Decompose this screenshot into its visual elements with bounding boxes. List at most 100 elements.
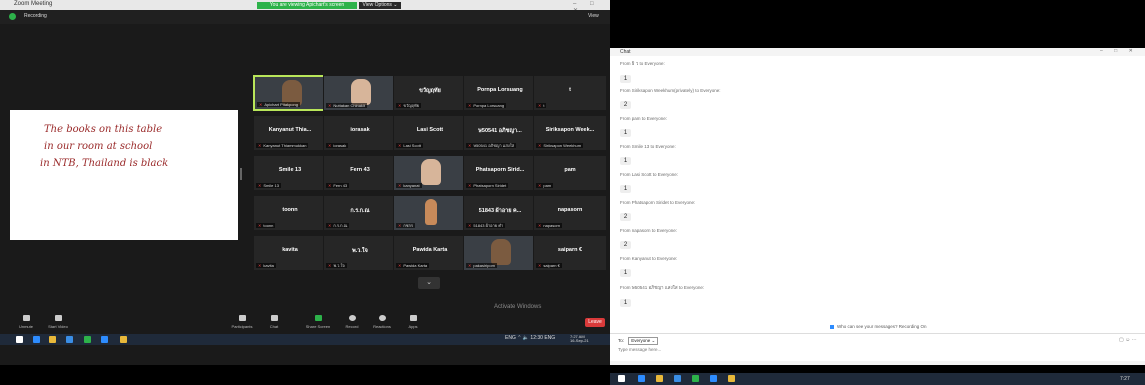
- participant-tile[interactable]: ษ50541 อภิชญา... ✕ ษ50541 อภิชญา แสงใส: [463, 115, 537, 151]
- participant-name: Smile 13: [278, 167, 302, 173]
- message-sender: From ษ50541 อภิชญา แสงใส to Everyone:: [620, 285, 705, 290]
- folder-icon[interactable]: [656, 375, 663, 382]
- participant-tile[interactable]: Phatsaporn Sirid... ✕ Phatsaporn Siridet: [463, 155, 537, 191]
- participant-tile[interactable]: Siriksapon Week... ✕ Siriksapon Weekhum: [533, 115, 607, 151]
- participant-name: napasorn: [557, 207, 583, 213]
- participant-tile[interactable]: pam ✕ pam: [533, 155, 607, 191]
- chat-message-input[interactable]: Type message here...: [618, 347, 661, 352]
- chat-message: From pam to Everyone: 1: [620, 116, 667, 139]
- participant-tile[interactable]: Fern 43 ✕ Fern 43: [323, 155, 397, 191]
- participant-label: ✕ ขวัญฤทัย: [396, 103, 422, 108]
- participant-tile[interactable]: ✕ Nuttakan Chinakit: [323, 75, 397, 111]
- chat-window-controls[interactable]: – □ ✕: [1100, 48, 1138, 54]
- participant-label: ✕ saiparn €: [536, 263, 562, 268]
- recording-label: Recording: [24, 13, 47, 19]
- participant-tile[interactable]: 51843 ผ้าอาย ค... ✕ 51843 ผ้าอาย คำ: [463, 195, 537, 231]
- participant-tile[interactable]: napasorn ✕ napasorn: [533, 195, 607, 231]
- participant-tile[interactable]: ขวัญฤทัย ✕ ขวัญฤทัย: [393, 75, 467, 111]
- store-icon[interactable]: [674, 375, 681, 382]
- message-sender: From Lasi Scott to Everyone:: [620, 172, 679, 177]
- participant-name: พ.ว.ใจ: [352, 248, 368, 254]
- app-taskbar-icon[interactable]: [728, 375, 735, 382]
- next-page-button[interactable]: ⌄: [418, 277, 440, 289]
- participant-label: ✕ Siriksapon Weekhum: [536, 143, 584, 148]
- message-text: 1: [620, 157, 631, 165]
- participant-label: ✕ t: [536, 103, 547, 108]
- participant-tile[interactable]: t ✕ t: [533, 75, 607, 111]
- participant-label: ✕ ก.ร.ก.ณ: [326, 223, 350, 228]
- participant-label: ✕ ษ50541 อภิชญา แสงใส: [466, 143, 517, 148]
- muted-mic-icon: ✕: [328, 223, 332, 228]
- muted-mic-icon: ✕: [468, 143, 472, 148]
- participant-video: [351, 79, 371, 105]
- muted-mic-icon: ✕: [398, 143, 402, 148]
- zoom-title-bar: Zoom Meeting You are viewing Apichart's …: [0, 0, 610, 14]
- participant-tile[interactable]: Smile 13 ✕ Smile 13: [253, 155, 327, 191]
- splitter-handle[interactable]: [240, 168, 242, 180]
- zoom-taskbar-icon[interactable]: [101, 336, 108, 343]
- info-icon: [830, 324, 834, 329]
- windows-start-icon[interactable]: [16, 336, 23, 343]
- edge-icon[interactable]: [638, 375, 645, 382]
- record-icon: [348, 315, 356, 321]
- muted-mic-icon: ✕: [258, 143, 262, 148]
- share-screen-icon: [314, 315, 322, 321]
- participant-tile[interactable]: ก.ร.ก.ณ ✕ ก.ร.ก.ณ: [323, 195, 397, 231]
- leave-button[interactable]: Leave: [585, 318, 605, 327]
- participant-tile[interactable]: ✕ kanyanat: [393, 155, 467, 191]
- system-tray: ENG ⌃ 🔈 12:30 ENG: [505, 335, 556, 341]
- edge-icon[interactable]: [33, 336, 40, 343]
- participant-label: ✕ กชกร: [396, 223, 416, 228]
- message-text: 2: [620, 213, 631, 221]
- participant-label: ✕ kanyanat: [396, 183, 422, 188]
- apps-icon: [409, 315, 417, 321]
- participant-tile[interactable]: Lasi Scott ✕ Lasi Scott: [393, 115, 467, 151]
- windows-taskbar-right: [610, 373, 1145, 385]
- participant-tile[interactable]: Kanyanut Thia... ✕ Kanyanut Thiammukkan: [253, 115, 327, 151]
- participant-tile[interactable]: ✕ กชกร: [393, 195, 467, 231]
- view-options-button[interactable]: View Options ⌄: [359, 2, 401, 9]
- participant-tile[interactable]: iorasak ✕ iorasak: [323, 115, 397, 151]
- apps-button[interactable]: Apps: [393, 315, 433, 329]
- chrome-icon[interactable]: [84, 336, 91, 343]
- shared-text-line: in NTB, Thailand is black: [40, 158, 169, 169]
- participant-tile[interactable]: ✕ Apichart Pitakpong: [253, 75, 327, 111]
- recipient-select[interactable]: Everyone ⌄: [628, 337, 659, 345]
- participant-tile[interactable]: toonn ✕ toonn: [253, 195, 327, 231]
- participant-label: ✕ iorasak: [326, 143, 349, 148]
- start-video-button[interactable]: Start Video: [38, 315, 78, 329]
- zoom-taskbar-icon[interactable]: [710, 375, 717, 382]
- participant-tile[interactable]: Pawida Karta ✕ Pawida Karta: [393, 235, 467, 271]
- chat-title: Chat: [620, 49, 631, 55]
- chrome-icon[interactable]: [692, 375, 699, 382]
- participant-name: pam: [564, 167, 576, 173]
- participant-label: ✕ Apichart Pitakpong: [257, 102, 300, 107]
- chat-bottom-edge: [610, 361, 1145, 365]
- store-icon[interactable]: [66, 336, 73, 343]
- participant-tile[interactable]: ✕ pakasiriporn: [463, 235, 537, 271]
- participant-video: [425, 199, 437, 225]
- zoom-meeting-window: Zoom Meeting You are viewing Apichart's …: [0, 0, 610, 365]
- participant-name: ขวัญฤทัย: [419, 88, 441, 94]
- participant-tile[interactable]: Pornpa Lorsuang ✕ Pornpa Lorsuang: [463, 75, 537, 111]
- participant-label: ✕ kavita: [256, 263, 276, 268]
- security-shield-icon[interactable]: [9, 13, 16, 20]
- participant-name: kavita: [282, 247, 298, 253]
- participant-tile[interactable]: kavita ✕ kavita: [253, 235, 327, 271]
- participant-tile[interactable]: saiparn € ✕ saiparn €: [533, 235, 607, 271]
- participant-label: ✕ พ.ว.ใจ: [326, 263, 347, 268]
- muted-mic-icon: ✕: [538, 183, 542, 188]
- muted-mic-icon: ✕: [398, 103, 402, 108]
- muted-mic-icon: ✕: [468, 263, 472, 268]
- participant-tile[interactable]: พ.ว.ใจ ✕ พ.ว.ใจ: [323, 235, 397, 271]
- chat-input-icons[interactable]: ▢ ☺ ···: [1119, 337, 1137, 343]
- message-sender: From Smile 13 to Everyone:: [620, 144, 676, 149]
- participant-name: iorasak: [350, 127, 370, 133]
- app-taskbar-icon[interactable]: [120, 336, 127, 343]
- chat-visibility-notice[interactable]: Who can see your messages? Recording On: [830, 324, 927, 329]
- participant-name: t: [569, 87, 571, 93]
- chat-button[interactable]: Chat: [254, 315, 294, 329]
- folder-icon[interactable]: [49, 336, 56, 343]
- view-button[interactable]: View: [588, 13, 599, 19]
- windows-start-icon[interactable]: [618, 375, 625, 382]
